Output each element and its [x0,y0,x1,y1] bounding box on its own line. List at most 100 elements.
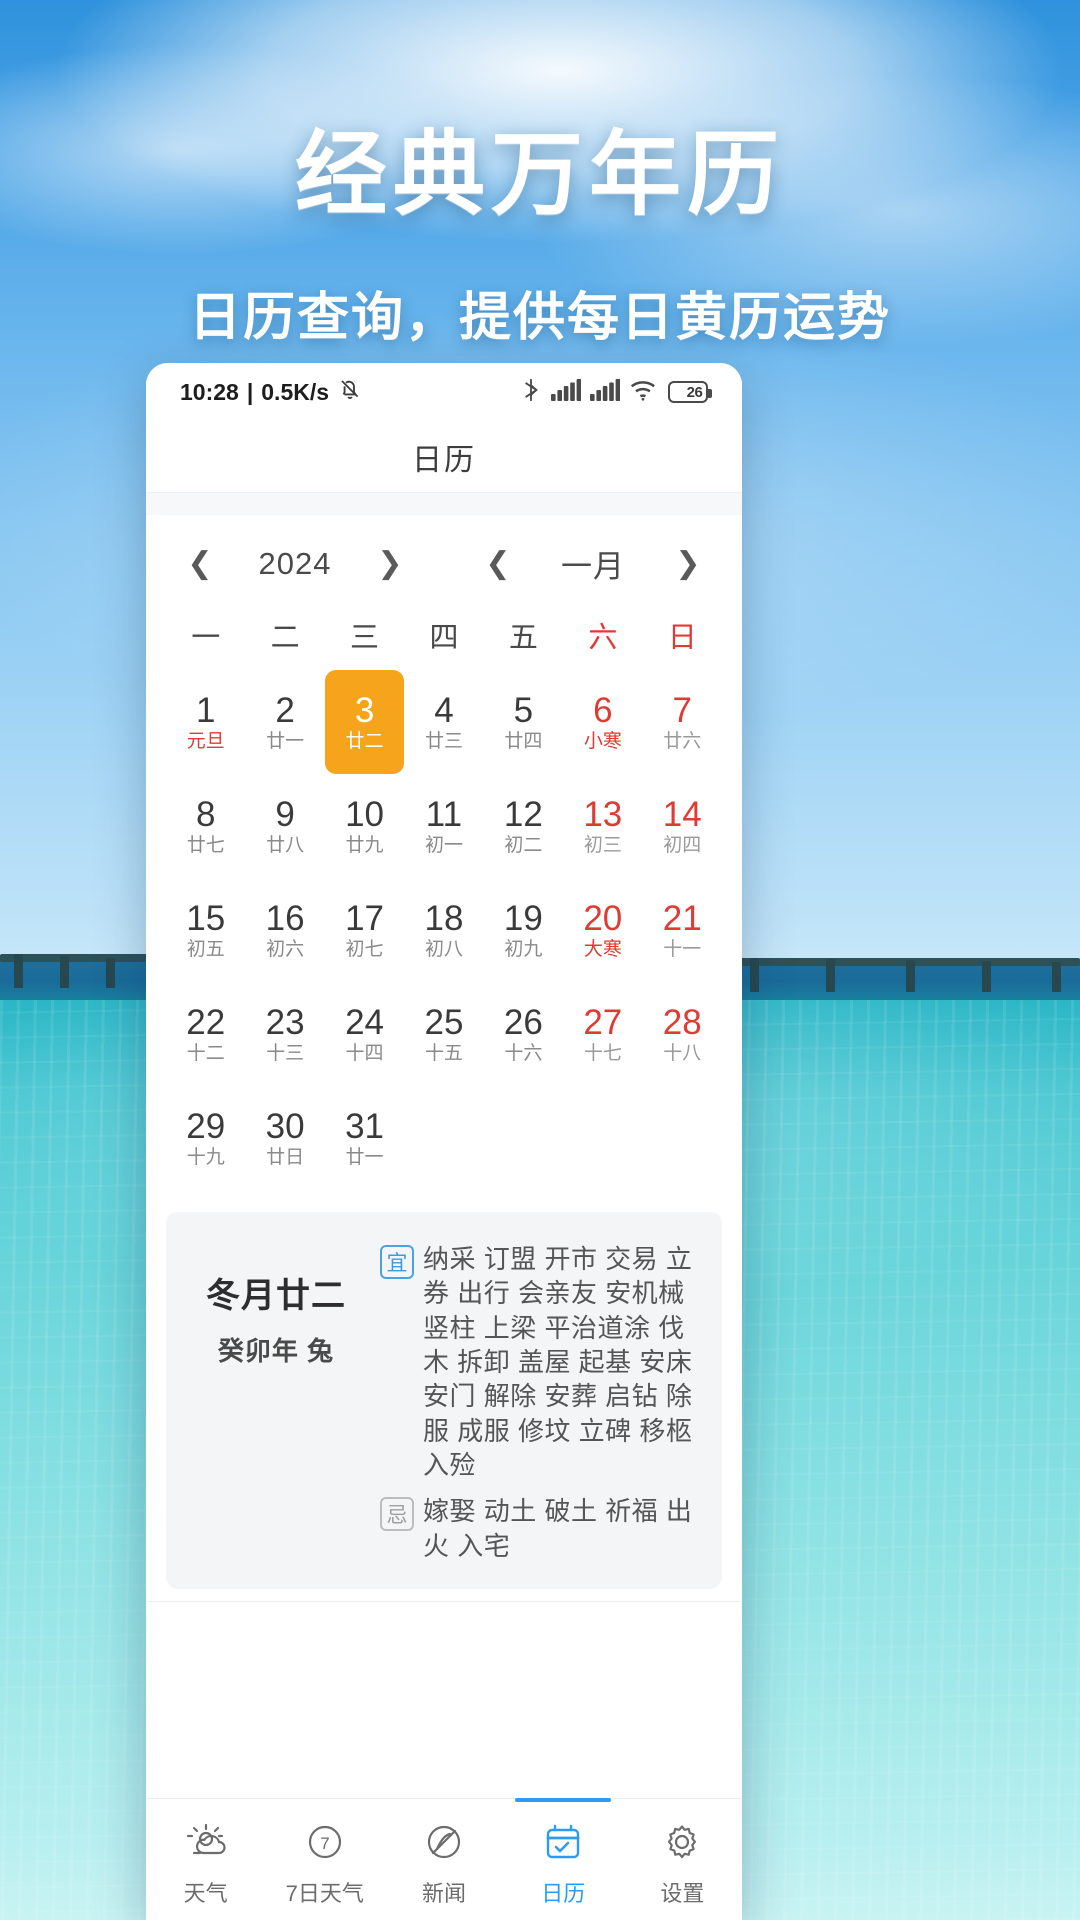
calendar-day-11[interactable]: 11 初一 [404,774,483,878]
calendar-day-16[interactable]: 16 初六 [245,878,324,982]
day-lunar-label: 大寒 [583,939,622,960]
title-underband [146,493,742,515]
day-lunar-label: 十八 [663,1043,702,1064]
day-lunar-label: 小寒 [583,731,622,752]
tab-label: 7日天气 [285,1880,364,1906]
day-lunar-label: 初一 [424,835,463,856]
day-lunar-label: 元旦 [186,731,225,752]
calendar-day-7[interactable]: 7 廿六 [643,670,722,774]
calendar-day-12[interactable]: 12 初二 [484,774,563,878]
day-number: 10 [345,795,385,834]
weekday-header-5: 五 [508,622,538,654]
day-number: 22 [186,1003,226,1042]
calendar-icon [541,1818,585,1866]
day-lunar-label: 十六 [504,1043,543,1064]
tab-新闻[interactable]: 新闻 [384,1799,503,1920]
chevron-left-icon[interactable]: ❮ [481,542,515,586]
chevron-right-icon[interactable]: ❯ [373,542,407,586]
status-separator: | [246,378,254,405]
tab-7日天气[interactable]: 7 7日天气 [265,1799,384,1920]
tab-日历[interactable]: 日历 [504,1799,623,1920]
calendar-day-15[interactable]: 15 初五 [166,878,245,982]
day-lunar-label: 廿一 [345,1147,384,1168]
lunar-date: 冬月廿二 [206,1277,346,1315]
day-number: 3 [354,691,375,730]
calendar-day-18[interactable]: 18 初八 [404,878,483,982]
calendar-week-row: 22 十二 23 十三 24 十四 25 十五 26 十六 27 十七 28 十八 [166,982,722,1086]
day-number: 18 [424,899,464,938]
day-lunar-label: 初二 [504,835,543,856]
calendar-day-29[interactable]: 29 十九 [166,1086,245,1190]
weekday-header-row: 一二三四五六日 [166,604,722,670]
day-lunar-label: 廿八 [266,835,305,856]
calendar-day-empty [643,1086,722,1190]
calendar-day-19[interactable]: 19 初九 [484,878,563,982]
weekday-header-6: 六 [588,622,618,654]
calendar-day-30[interactable]: 30 廿日 [245,1086,324,1190]
calendar-day-27[interactable]: 27 十七 [563,982,642,1086]
day-number: 1 [195,691,216,730]
month-value[interactable]: 一月 [545,541,641,586]
day-number: 6 [593,691,613,730]
year-value[interactable]: 2024 [247,546,343,582]
calendar-day-3[interactable]: 3 廿二 [324,670,405,774]
status-bar: 10:28 | 0.5K/s 26 [146,363,742,421]
day-number: 26 [503,1003,543,1042]
almanac-card[interactable]: 冬月廿二 癸卯年 兔 宜 纳采 订盟 开市 交易 立券 出行 会亲友 安机械 竖… [166,1212,722,1589]
chevron-left-icon[interactable]: ❮ [183,542,217,586]
calendar-day-empty [404,1086,483,1190]
calendar-day-21[interactable]: 21 十一 [643,878,722,982]
calendar-day-empty [563,1086,642,1190]
chevron-right-icon[interactable]: ❯ [671,542,705,586]
calendar-day-20[interactable]: 20 大寒 [563,878,642,982]
calendar-day-6[interactable]: 6 小寒 [563,670,642,774]
day-number: 25 [424,1003,464,1042]
tab-天气[interactable]: 天气 [146,1799,265,1920]
day-lunar-label: 初六 [266,939,305,960]
day-lunar-label: 初三 [583,835,622,856]
calendar-day-28[interactable]: 28 十八 [643,982,722,1086]
calendar-day-1[interactable]: 1 元旦 [166,670,245,774]
news-slash-icon [422,1818,466,1866]
bottom-tab-bar: 天气 7 7日天气 新闻 日历 设置 [146,1798,742,1920]
calendar-day-8[interactable]: 8 廿七 [166,774,245,878]
calendar-day-13[interactable]: 13 初三 [563,774,642,878]
day-number: 21 [662,899,702,938]
calendar-day-23[interactable]: 23 十三 [245,982,324,1086]
day-lunar-label: 十二 [186,1043,225,1064]
svg-text:7: 7 [320,1834,329,1853]
day-number: 7 [672,691,692,730]
sun-cloud-icon [183,1818,229,1866]
tab-设置[interactable]: 设置 [623,1799,742,1920]
bell-muted-icon [337,376,363,408]
calendar-day-31[interactable]: 31 廿一 [325,1086,404,1190]
calendar-day-17[interactable]: 17 初七 [325,878,404,982]
calendar-day-22[interactable]: 22 十二 [166,982,245,1086]
day-number: 17 [345,899,385,938]
calendar-day-14[interactable]: 14 初四 [643,774,722,878]
signal-bars-icon [590,378,621,406]
calendar-day-9[interactable]: 9 廿八 [245,774,324,878]
calendar-day-5[interactable]: 5 廿四 [484,670,563,774]
promo-subtitle: 日历查询，提供每日黄历运势 [188,289,891,347]
calendar-day-26[interactable]: 26 十六 [484,982,563,1086]
yi-text: 纳采 订盟 开市 交易 立券 出行 会亲友 安机械 竖柱 上梁 平治道涂 伐木 … [423,1244,693,1480]
gear-icon [660,1818,704,1866]
calendar-grid: 一二三四五六日 1 元旦 2 廿一 3 廿二 4 廿三 5 廿四 6 小寒 7 廿六 8 廿七 9 廿八 10 廿九 1… [146,598,742,1200]
calendar-day-4[interactable]: 4 廿三 [404,670,483,774]
day-lunar-label: 廿日 [266,1147,305,1168]
day-number: 4 [434,691,454,730]
calendar-day-2[interactable]: 2 廿一 [245,670,324,774]
calendar-day-10[interactable]: 10 廿九 [325,774,404,878]
calendar-week-row: 29 十九 30 廿日 31 廿一 [166,1086,722,1190]
calendar-day-24[interactable]: 24 十四 [325,982,404,1086]
day-lunar-label: 十九 [186,1147,225,1168]
day-number: 9 [275,795,295,834]
status-net-speed: 0.5K/s [261,378,330,405]
ji-text: 嫁娶 动土 破土 祈福 出火 入宅 [423,1496,693,1561]
day-lunar-label: 廿二 [345,731,384,752]
battery-icon: 26 [668,381,712,403]
day-number: 2 [275,691,295,730]
day-number: 23 [265,1003,305,1042]
calendar-day-25[interactable]: 25 十五 [404,982,483,1086]
